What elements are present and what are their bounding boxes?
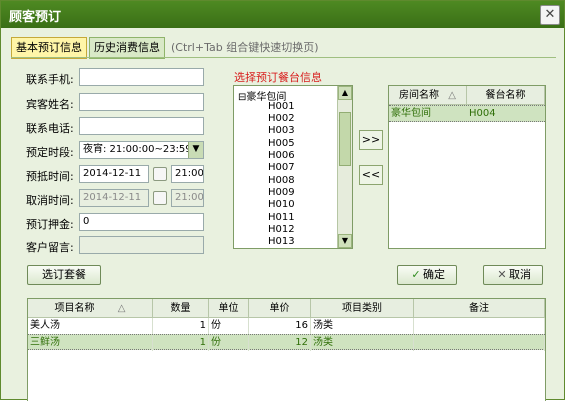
tree-item[interactable]: H010	[268, 199, 295, 210]
item-qty-cell: 1	[153, 318, 209, 334]
close-icon: ✕	[544, 7, 556, 22]
column-header-room-label: 房间名称	[399, 90, 440, 101]
item-note-cell	[414, 318, 545, 334]
column-header-item-name[interactable]: 项目名称 △	[28, 299, 153, 318]
arrive-time-field[interactable]: 21:00	[171, 165, 204, 183]
table-row[interactable]: 美人汤 1 份 16 汤类	[28, 318, 545, 334]
close-icon: ✕	[497, 268, 507, 281]
tree-item[interactable]: H007	[268, 162, 295, 173]
tab-switch-hint: (Ctrl+Tab 组合键快速切换页)	[171, 41, 319, 54]
table-row[interactable]: 三鲜汤 1 份 12 汤类	[28, 334, 545, 351]
add-table-button[interactable]: >>	[359, 130, 383, 150]
tree-scrollbar[interactable]: ▲ ▼	[337, 86, 352, 248]
period-value: 夜宵: 21:00:00~23:59	[83, 144, 192, 155]
confirm-button[interactable]: ✓ 确定	[397, 265, 457, 285]
check-icon: ✓	[411, 268, 421, 281]
selected-room-cell: 豪华包间	[391, 108, 431, 119]
period-label: 预定时段:	[26, 146, 74, 159]
sort-ascending-icon: △	[448, 90, 456, 101]
deposit-label: 预订押金:	[26, 218, 74, 231]
column-header-room[interactable]: 房间名称 △	[389, 86, 467, 105]
cancel-date-checkbox[interactable]	[153, 191, 167, 205]
item-unit-cell: 份	[209, 318, 249, 334]
guest-name-field[interactable]	[79, 93, 204, 111]
message-field[interactable]	[79, 236, 204, 254]
phone-field[interactable]	[79, 117, 204, 135]
arrive-time-label: 预抵时间:	[26, 170, 74, 183]
mobile-field[interactable]	[79, 68, 204, 86]
package-items-grid: 项目名称 △ 数量 单位 单价 项目类别 备注 美人汤 1 份 16 汤类 三鲜…	[27, 298, 546, 401]
column-header-qty[interactable]: 数量	[153, 299, 209, 318]
column-header-unit[interactable]: 单位	[209, 299, 249, 318]
cancel-time-label: 取消时间:	[26, 194, 74, 207]
tree-item[interactable]: H013	[268, 236, 295, 247]
arrive-date-field[interactable]: 2014-12-11	[79, 165, 149, 183]
scroll-thumb[interactable]	[339, 112, 351, 166]
mobile-label: 联系手机:	[26, 73, 74, 86]
item-price-cell: 16	[249, 318, 311, 334]
arrive-date-picker-icon[interactable]	[153, 167, 167, 181]
tree-item[interactable]: H008	[268, 175, 295, 186]
item-category-cell: 汤类	[311, 318, 414, 334]
cancel-button[interactable]: ✕ 取消	[483, 265, 543, 285]
message-label: 客户留言:	[26, 241, 74, 254]
item-price-cell: 12	[249, 335, 311, 351]
column-header-note[interactable]: 备注	[414, 299, 545, 318]
select-package-button[interactable]: 选订套餐	[27, 265, 101, 285]
chevron-down-icon[interactable]: ▼	[188, 142, 203, 158]
item-qty-cell: 1	[153, 335, 209, 351]
item-name-cell: 美人汤	[28, 318, 153, 334]
tab-history[interactable]: 历史消费信息	[89, 37, 165, 59]
title-bar[interactable]: 顾客预订 ✕	[1, 1, 564, 28]
booking-dialog: 顾客预订 ✕ 基本预订信息 历史消费信息 (Ctrl+Tab 组合键快速切换页)…	[0, 0, 565, 401]
period-select[interactable]: 夜宵: 21:00:00~23:59 ▼	[79, 141, 204, 159]
tree-item[interactable]: H003	[268, 125, 295, 136]
tab-basic-info[interactable]: 基本预订信息	[11, 37, 87, 59]
tree-item[interactable]: H005	[268, 138, 295, 149]
select-table-label: 选择预订餐台信息	[234, 71, 322, 84]
column-header-price[interactable]: 单价	[249, 299, 311, 318]
tree-item[interactable]: H006	[268, 150, 295, 161]
cancel-label: 取消	[509, 268, 531, 281]
column-header-category[interactable]: 项目类别	[311, 299, 414, 318]
confirm-label: 确定	[423, 268, 445, 281]
sort-ascending-icon: △	[117, 303, 126, 314]
selected-table-cell: H004	[469, 108, 496, 119]
selected-tables-grid: 房间名称 △ 餐台名称 豪华包间 H004	[388, 85, 546, 249]
tree-item[interactable]: H002	[268, 113, 295, 124]
item-category-cell: 汤类	[311, 335, 414, 351]
column-header-item-name-label: 项目名称	[54, 303, 95, 314]
guest-name-label: 宾客姓名:	[26, 98, 74, 111]
item-note-cell	[414, 335, 545, 351]
tree-item[interactable]: H011	[268, 212, 295, 223]
close-button[interactable]: ✕	[540, 5, 560, 25]
phone-label: 联系电话:	[26, 122, 74, 135]
tree-item[interactable]: H001	[268, 101, 295, 112]
item-name-cell: 三鲜汤	[28, 335, 153, 351]
table-row[interactable]: 豪华包间 H004	[389, 105, 545, 122]
remove-table-button[interactable]: <<	[359, 165, 383, 185]
tree-item[interactable]: H009	[268, 187, 295, 198]
column-header-table[interactable]: 餐台名称	[467, 86, 545, 105]
item-unit-cell: 份	[209, 335, 249, 351]
scroll-up-icon[interactable]: ▲	[338, 86, 352, 100]
deposit-field[interactable]: 0	[79, 213, 204, 231]
window-title: 顾客预订	[9, 10, 62, 25]
table-tree[interactable]: ⊟豪华包间 H001 H002 H003 H005 H006 H007 H008…	[233, 85, 353, 249]
scroll-down-icon[interactable]: ▼	[338, 234, 352, 248]
tree-item[interactable]: H012	[268, 224, 295, 235]
cancel-time-field[interactable]: 21:00	[171, 189, 204, 207]
cancel-date-field[interactable]: 2014-12-11	[79, 189, 149, 207]
